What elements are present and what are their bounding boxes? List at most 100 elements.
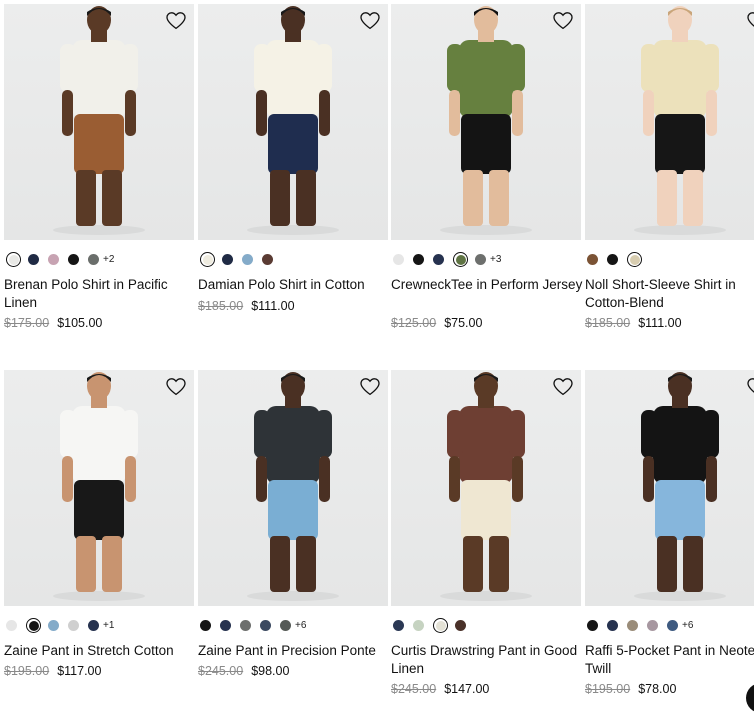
color-swatch[interactable] — [433, 253, 444, 265]
heart-icon[interactable] — [166, 378, 186, 396]
color-swatch[interactable] — [68, 253, 79, 265]
product-image[interactable] — [585, 370, 754, 606]
product-image[interactable] — [198, 4, 388, 240]
heart-icon[interactable] — [360, 12, 380, 30]
heart-icon[interactable] — [747, 378, 754, 396]
product-name[interactable]: CrewneckTee in Perform Jersey — [391, 276, 583, 294]
sale-price: $75.00 — [444, 316, 483, 330]
sale-price: $147.00 — [444, 682, 490, 696]
heart-icon[interactable] — [553, 378, 573, 396]
product-image[interactable] — [4, 370, 194, 606]
color-swatch[interactable] — [240, 619, 251, 631]
original-price: $245.00 — [198, 664, 244, 678]
color-swatch[interactable] — [48, 253, 59, 265]
color-swatches: +2 — [6, 251, 114, 267]
product-name[interactable]: Zaine Pant in Precision Ponte — [198, 642, 390, 660]
heart-icon[interactable] — [360, 378, 380, 396]
model-photo — [634, 6, 726, 235]
color-swatch[interactable] — [587, 253, 598, 265]
original-price: $195.00 — [4, 664, 50, 678]
product-image[interactable] — [198, 370, 388, 606]
original-price: $245.00 — [391, 682, 437, 696]
product-price: $245.00 $147.00 — [391, 682, 489, 696]
color-swatches — [587, 251, 649, 267]
color-swatch[interactable] — [200, 251, 215, 267]
color-swatches: +1 — [6, 617, 114, 633]
model-photo — [440, 6, 532, 235]
sale-price: $111.00 — [638, 316, 682, 330]
model-photo — [440, 372, 532, 601]
color-swatch[interactable] — [88, 253, 99, 265]
color-swatch[interactable] — [393, 619, 404, 631]
color-swatch[interactable] — [475, 253, 486, 265]
color-swatch[interactable] — [627, 251, 642, 267]
product-price: $195.00 $78.00 — [585, 682, 676, 696]
color-swatch[interactable] — [607, 253, 618, 265]
color-swatch[interactable] — [222, 253, 233, 265]
product-price: $125.00 $75.00 — [391, 316, 482, 330]
product-name[interactable]: Brenan Polo Shirt in Pacific Linen — [4, 276, 196, 312]
color-swatch[interactable] — [6, 619, 17, 631]
original-price: $185.00 — [198, 299, 244, 313]
color-swatch[interactable] — [48, 619, 59, 631]
color-swatch[interactable] — [413, 253, 424, 265]
color-swatches — [200, 251, 282, 267]
color-swatch[interactable] — [220, 619, 231, 631]
color-swatches: +6 — [587, 617, 693, 633]
color-swatch[interactable] — [88, 619, 99, 631]
color-swatch[interactable] — [6, 251, 21, 267]
color-swatches — [393, 617, 475, 633]
product-price: $175.00 $105.00 — [4, 316, 102, 330]
product-name[interactable]: Curtis Drawstring Pant in Good Linen — [391, 642, 583, 678]
more-colors-count[interactable]: +6 — [682, 620, 693, 631]
product-name[interactable]: Zaine Pant in Stretch Cotton — [4, 642, 196, 660]
color-swatch[interactable] — [280, 619, 291, 631]
color-swatch[interactable] — [262, 253, 273, 265]
sale-price: $105.00 — [57, 316, 103, 330]
heart-icon[interactable] — [166, 12, 186, 30]
original-price: $125.00 — [391, 316, 437, 330]
color-swatch[interactable] — [607, 619, 618, 631]
product-image[interactable] — [585, 4, 754, 240]
heart-icon[interactable] — [553, 12, 573, 30]
more-colors-count[interactable]: +3 — [490, 254, 501, 265]
color-swatch[interactable] — [200, 619, 211, 631]
product-image[interactable] — [4, 4, 194, 240]
color-swatch[interactable] — [667, 619, 678, 631]
model-photo — [634, 372, 726, 601]
more-colors-count[interactable]: +6 — [295, 620, 306, 631]
chat-button[interactable] — [746, 683, 754, 713]
product-price: $185.00 $111.00 — [585, 316, 682, 330]
model-photo — [53, 372, 145, 601]
color-swatch[interactable] — [393, 253, 404, 265]
color-swatch[interactable] — [455, 619, 466, 631]
color-swatch[interactable] — [627, 619, 638, 631]
product-name[interactable]: Raffi 5-Pocket Pant in Neoteric Twill — [585, 642, 754, 678]
color-swatch[interactable] — [413, 619, 424, 631]
product-image[interactable] — [391, 370, 581, 606]
color-swatch[interactable] — [28, 253, 39, 265]
product-name[interactable]: Noll Short-Sleeve Shirt in Cotton-Blend — [585, 276, 754, 312]
color-swatch[interactable] — [260, 619, 271, 631]
color-swatch[interactable] — [26, 617, 41, 633]
more-colors-count[interactable]: +2 — [103, 254, 114, 265]
model-photo — [247, 372, 339, 601]
color-swatch[interactable] — [68, 619, 79, 631]
original-price: $185.00 — [585, 316, 631, 330]
sale-price: $111.00 — [251, 299, 295, 313]
product-name[interactable]: Damian Polo Shirt in Cotton — [198, 276, 390, 294]
color-swatch[interactable] — [433, 617, 448, 633]
original-price: $175.00 — [4, 316, 50, 330]
color-swatch[interactable] — [453, 251, 468, 267]
color-swatch[interactable] — [587, 619, 598, 631]
sale-price: $78.00 — [638, 682, 677, 696]
original-price: $195.00 — [585, 682, 631, 696]
color-swatches: +6 — [200, 617, 306, 633]
product-price: $245.00 $98.00 — [198, 664, 289, 678]
heart-icon[interactable] — [747, 12, 754, 30]
product-image[interactable] — [391, 4, 581, 240]
color-swatch[interactable] — [647, 619, 658, 631]
more-colors-count[interactable]: +1 — [103, 620, 114, 631]
color-swatch[interactable] — [242, 253, 253, 265]
model-photo — [53, 6, 145, 235]
